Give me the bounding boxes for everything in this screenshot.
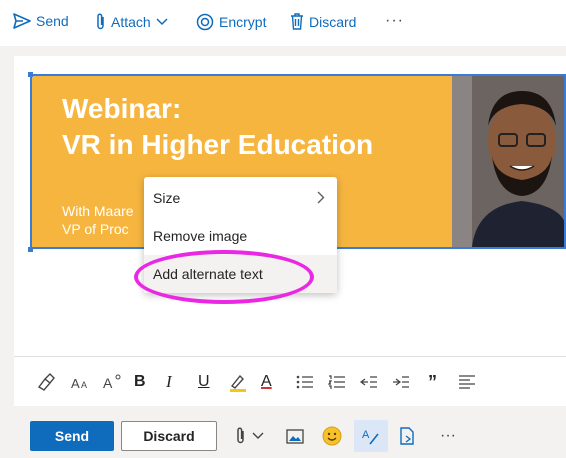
- discard-toolbar-button[interactable]: Discard: [290, 13, 356, 30]
- highlight-annotation: [134, 250, 314, 304]
- discard-button[interactable]: Discard: [121, 421, 217, 451]
- menu-item-size-label: Size: [153, 190, 181, 206]
- quote-button[interactable]: ”: [428, 371, 437, 393]
- bold-button[interactable]: B: [134, 371, 146, 393]
- image-icon[interactable]: [286, 425, 304, 447]
- compose-action-bar: Send Discard A ···: [14, 406, 566, 458]
- paperclip-icon: [236, 427, 246, 445]
- font-color-button[interactable]: A: [261, 371, 272, 393]
- menu-item-remove-image[interactable]: Remove image: [144, 217, 337, 255]
- chevron-right-icon: [317, 191, 325, 204]
- trash-icon: [290, 13, 304, 30]
- presenter-photo: [452, 76, 564, 247]
- underline-button[interactable]: U: [198, 371, 210, 393]
- format-toolbar: AA A B I U A ”: [14, 356, 566, 407]
- send-toolbar-button[interactable]: Send: [13, 13, 69, 29]
- svg-text:A: A: [71, 376, 80, 391]
- resize-handle-top-left[interactable]: [28, 72, 33, 77]
- top-toolbar: Send Attach Encrypt Discard ···: [0, 0, 566, 46]
- encrypt-icon: [196, 13, 214, 31]
- banner-subtitle: With Maare VP of Proc: [62, 203, 134, 237]
- align-icon[interactable]: [458, 371, 476, 393]
- send-icon: [13, 13, 31, 29]
- file-icon[interactable]: [400, 425, 414, 447]
- more-actions-button[interactable]: ···: [440, 425, 456, 447]
- encrypt-label: Encrypt: [219, 14, 267, 30]
- discard-label: Discard: [309, 13, 357, 30]
- bullets-icon[interactable]: [296, 371, 314, 393]
- attach-button[interactable]: [236, 425, 264, 447]
- attach-toolbar-button[interactable]: Attach: [96, 13, 168, 31]
- text-effects-icon[interactable]: A: [102, 371, 122, 393]
- format-painter-icon[interactable]: [36, 371, 56, 393]
- font-size-icon[interactable]: AA: [70, 371, 92, 393]
- encrypt-toolbar-button[interactable]: Encrypt: [196, 13, 266, 31]
- menu-item-size[interactable]: Size: [144, 179, 337, 217]
- svg-text:A: A: [362, 429, 370, 441]
- menu-item-remove-image-label: Remove image: [153, 228, 248, 244]
- emoji-icon[interactable]: [322, 425, 342, 447]
- chevron-down-icon: [156, 18, 168, 26]
- editor-icon[interactable]: A: [354, 420, 388, 452]
- svg-text:A: A: [103, 375, 113, 391]
- outdent-icon[interactable]: [360, 371, 378, 393]
- indent-icon[interactable]: [392, 371, 410, 393]
- svg-text:A: A: [81, 380, 87, 390]
- italic-button[interactable]: I: [166, 371, 172, 393]
- more-options-button[interactable]: ···: [385, 12, 404, 30]
- send-label: Send: [36, 13, 69, 29]
- banner-title: Webinar: VR in Higher Education: [62, 93, 374, 160]
- chevron-down-icon: [252, 432, 264, 440]
- send-button[interactable]: Send: [30, 421, 114, 451]
- highlight-icon[interactable]: [228, 371, 248, 393]
- attach-label: Attach: [111, 14, 151, 30]
- paperclip-icon: [96, 13, 106, 31]
- resize-handle-bottom-left[interactable]: [28, 247, 33, 252]
- numbering-icon[interactable]: [328, 371, 346, 393]
